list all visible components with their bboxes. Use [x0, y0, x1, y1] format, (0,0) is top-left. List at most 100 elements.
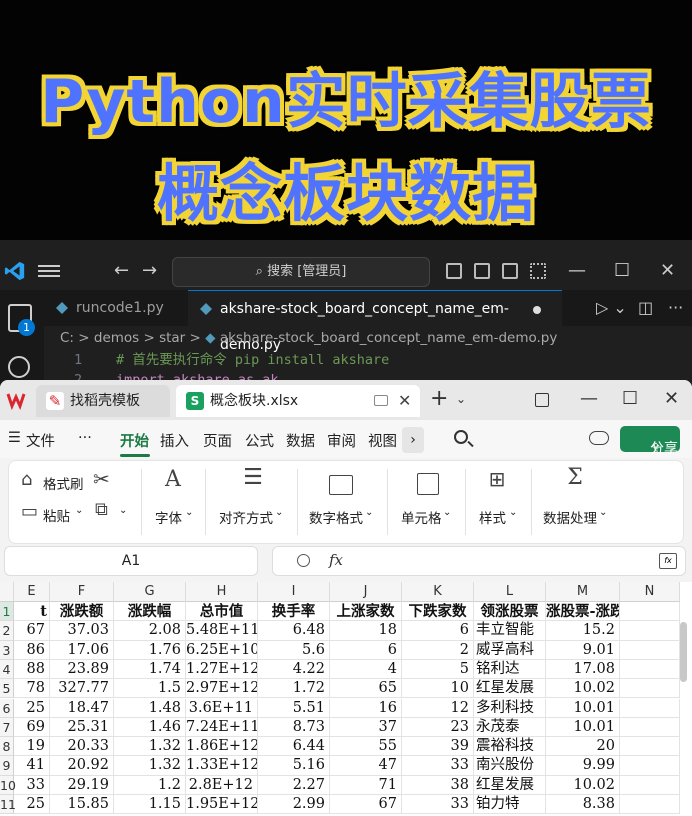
table-cell[interactable]: 丰立智能: [474, 621, 546, 641]
column-header[interactable]: F: [50, 582, 114, 602]
maximize-icon[interactable]: ☐: [614, 260, 630, 281]
number-format-button[interactable]: 数字格式: [309, 507, 363, 527]
table-cell[interactable]: 1.15: [114, 795, 186, 815]
table-cell[interactable]: 47: [330, 756, 402, 776]
header-cell[interactable]: 领涨股票: [474, 602, 546, 622]
table-cell[interactable]: 2.08: [114, 621, 186, 641]
row-header[interactable]: 10: [0, 775, 16, 795]
table-cell[interactable]: 2.97E+12: [186, 679, 258, 699]
table-cell[interactable]: [620, 717, 680, 738]
table-cell[interactable]: 20.33: [50, 737, 114, 757]
copy-icon[interactable]: ⧉: [95, 499, 108, 520]
table-cell[interactable]: 18.47: [50, 698, 114, 718]
table-cell[interactable]: 1.32: [114, 737, 186, 757]
table-cell[interactable]: 4: [330, 659, 402, 680]
table-cell[interactable]: 红星发展: [474, 679, 546, 699]
formula-input[interactable]: fx fx: [272, 546, 686, 576]
header-cell[interactable]: t: [14, 602, 50, 622]
table-cell[interactable]: 33: [402, 795, 474, 815]
row-header[interactable]: 8: [0, 737, 14, 757]
table-cell[interactable]: 25.31: [50, 717, 114, 738]
table-cell[interactable]: 10.01: [546, 717, 620, 738]
table-cell[interactable]: 18: [330, 621, 402, 641]
column-header[interactable]: K: [402, 582, 474, 602]
wps-logo-icon[interactable]: [6, 390, 26, 410]
style-button[interactable]: 样式: [479, 507, 506, 527]
tab-page[interactable]: 页面: [203, 430, 232, 451]
table-cell[interactable]: 16: [330, 698, 402, 718]
table-cell[interactable]: 7.24E+11: [186, 717, 258, 738]
table-cell[interactable]: 1.76: [114, 640, 186, 660]
format-painter-button[interactable]: 格式刷: [43, 473, 84, 493]
table-cell[interactable]: [620, 737, 680, 757]
row-header[interactable]: 4: [0, 659, 14, 680]
menu-icon[interactable]: ☰: [8, 430, 21, 446]
search-view-icon[interactable]: [8, 356, 30, 378]
table-cell[interactable]: 20.92: [50, 756, 114, 776]
table-cell[interactable]: 5: [402, 659, 474, 680]
row-header[interactable]: 2: [0, 621, 14, 641]
name-box[interactable]: A1: [4, 546, 258, 576]
row-header[interactable]: 9: [0, 756, 14, 776]
cell-button[interactable]: 单元格: [401, 507, 442, 527]
table-cell[interactable]: 南兴股份: [474, 756, 546, 776]
cut-icon[interactable]: ✂: [93, 467, 110, 491]
header-cell[interactable]: 涨跌幅: [114, 602, 186, 622]
chevron-right-icon[interactable]: ›: [402, 427, 424, 453]
more-actions-icon[interactable]: ···: [668, 298, 683, 317]
table-cell[interactable]: 25: [14, 698, 50, 718]
table-cell[interactable]: 8.73: [258, 717, 330, 738]
paste-button[interactable]: 粘贴: [43, 505, 70, 525]
table-cell[interactable]: 37: [330, 717, 402, 738]
menu-more[interactable]: ···: [78, 430, 92, 446]
header-cell[interactable]: [620, 602, 680, 622]
fx-icon[interactable]: fx: [329, 551, 343, 569]
toggle-secondary-sidebar-icon[interactable]: [502, 263, 518, 279]
table-cell[interactable]: [620, 795, 680, 815]
header-cell[interactable]: 上涨家数: [330, 602, 402, 622]
table-cell[interactable]: 55: [330, 737, 402, 757]
search-icon[interactable]: [454, 430, 468, 444]
tab-workbook[interactable]: S 概念板块.xlsx ✕: [176, 385, 420, 417]
table-cell[interactable]: 78: [14, 679, 50, 699]
tile-windows-icon[interactable]: [535, 393, 549, 407]
table-cell[interactable]: 19: [14, 737, 50, 757]
table-cell[interactable]: 2.8E+12: [186, 775, 258, 795]
table-cell[interactable]: 20: [546, 737, 620, 757]
chevron-down-icon[interactable]: ⌄: [119, 505, 127, 516]
table-cell[interactable]: 威孚高科: [474, 640, 546, 660]
table-cell[interactable]: 67: [330, 795, 402, 815]
table-cell[interactable]: 铭利达: [474, 659, 546, 680]
table-cell[interactable]: 6.44: [258, 737, 330, 757]
table-cell[interactable]: 67: [14, 621, 50, 641]
window-preview-icon[interactable]: [374, 395, 388, 406]
table-cell[interactable]: 6.25E+10: [186, 640, 258, 660]
table-cell[interactable]: 1.48: [114, 698, 186, 718]
table-cell[interactable]: 25: [14, 795, 50, 815]
table-cell[interactable]: 88: [14, 659, 50, 680]
close-tab-icon[interactable]: ✕: [398, 385, 411, 417]
header-cell[interactable]: 下跌家数: [402, 602, 474, 622]
table-cell[interactable]: 37.03: [50, 621, 114, 641]
toggle-sidebar-icon[interactable]: [446, 263, 462, 279]
row-header[interactable]: 11: [0, 795, 16, 815]
table-cell[interactable]: 3.6E+11: [186, 698, 258, 718]
table-cell[interactable]: 17.06: [50, 640, 114, 660]
table-cell[interactable]: [620, 698, 680, 718]
toggle-panel-icon[interactable]: [474, 263, 490, 279]
table-cell[interactable]: 6: [402, 621, 474, 641]
table-cell[interactable]: 10.01: [546, 698, 620, 718]
table-cell[interactable]: 震裕科技: [474, 737, 546, 757]
table-cell[interactable]: [620, 679, 680, 699]
table-cell[interactable]: 5.6: [258, 640, 330, 660]
maximize-icon[interactable]: ☐: [622, 388, 638, 409]
tab-review[interactable]: 审阅: [327, 430, 356, 451]
table-cell[interactable]: 12: [402, 698, 474, 718]
tab-docer-templates[interactable]: ✎ 找稻壳模板: [36, 385, 170, 417]
column-header[interactable]: H: [186, 582, 258, 602]
alignment-button[interactable]: 对齐方式: [219, 507, 273, 527]
table-cell[interactable]: [620, 756, 680, 776]
table-cell[interactable]: 15.85: [50, 795, 114, 815]
table-cell[interactable]: 1.5: [114, 679, 186, 699]
cloud-sync-icon[interactable]: [589, 431, 609, 445]
